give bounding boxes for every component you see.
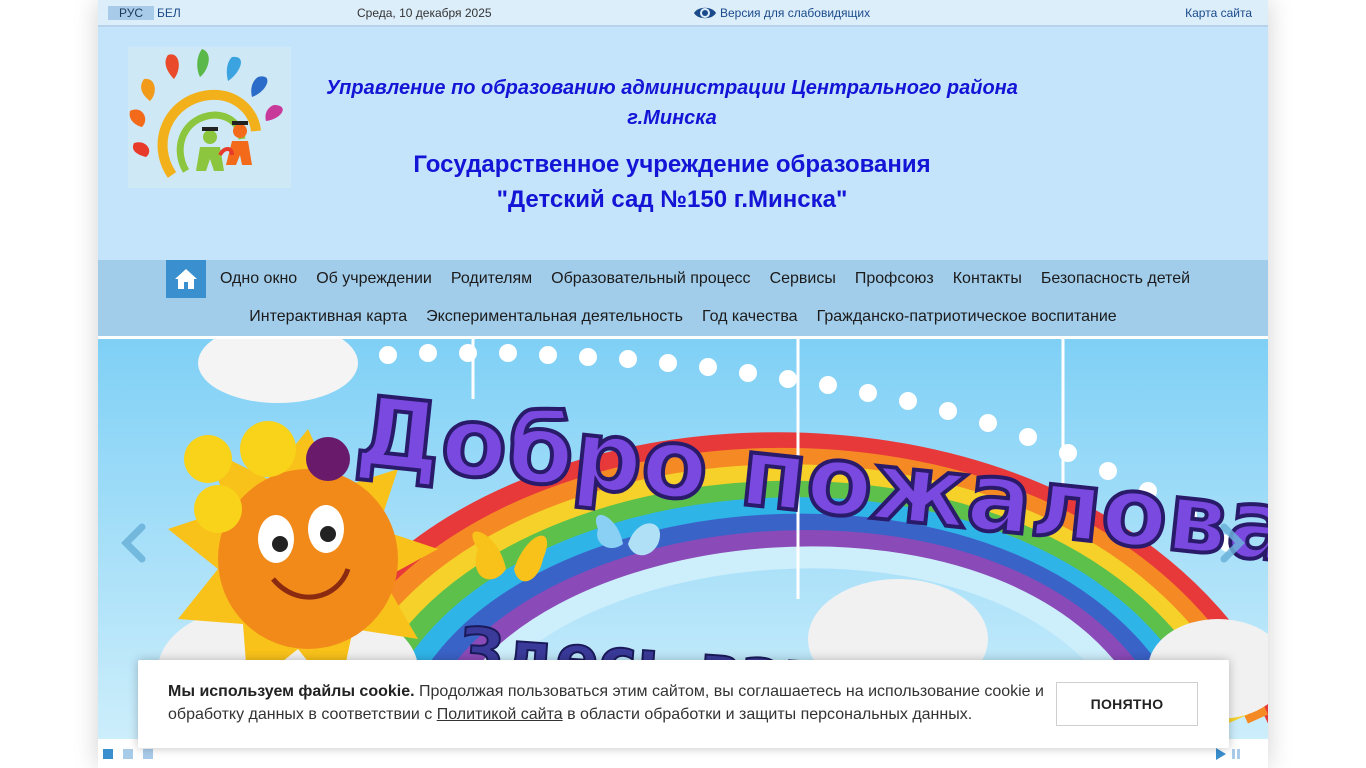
current-date: Среда, 10 декабря 2025 <box>357 6 492 20</box>
header-line2b: "Детский сад №150 г.Минска" <box>496 186 848 213</box>
slider-dot-1[interactable] <box>103 749 113 759</box>
lang-ru-button[interactable]: РУС <box>108 6 154 20</box>
header-organization-line: Управление по образованию администрации … <box>298 73 1046 133</box>
nav-row-1: Одно окно Об учреждении Родителям Образо… <box>98 260 1268 298</box>
chevron-right-icon[interactable] <box>1218 523 1248 563</box>
nav-item-about[interactable]: Об учреждении <box>307 260 442 298</box>
nav-item-services[interactable]: Сервисы <box>760 260 845 298</box>
sitemap-link[interactable]: Карта сайта <box>1185 6 1252 20</box>
nav-item-quality-year[interactable]: Год качества <box>692 298 807 336</box>
cookie-banner: Мы используем файлы cookie. Продолжая по… <box>138 660 1229 748</box>
nav-item-parents[interactable]: Родителям <box>441 260 541 298</box>
eye-icon <box>694 7 716 19</box>
nav-item-one-window[interactable]: Одно окно <box>210 260 306 298</box>
slider-dot-2[interactable] <box>123 749 133 759</box>
nav-item-interactive-map[interactable]: Интерактивная карта <box>240 298 417 336</box>
home-icon <box>175 269 198 289</box>
nav-item-education[interactable]: Образовательный процесс <box>542 260 760 298</box>
nav-item-contacts[interactable]: Контакты <box>943 260 1031 298</box>
site-header: Управление по образованию администрации … <box>98 27 1268 260</box>
header-line1: Управление по образованию администрации … <box>326 77 1018 99</box>
slider-pagination <box>103 749 163 759</box>
nav-item-experimental[interactable]: Экспериментальная деятельность <box>417 298 693 336</box>
play-icon[interactable] <box>1216 748 1226 760</box>
home-button[interactable] <box>166 260 207 298</box>
header-line2: Государственное учреждение образования <box>413 151 931 178</box>
slider-controls <box>1216 748 1240 760</box>
slider-dot-3[interactable] <box>143 749 153 759</box>
cookie-message: Мы используем файлы cookie. Продолжая по… <box>168 680 1048 726</box>
chevron-left-icon[interactable] <box>118 523 148 563</box>
site-logo[interactable] <box>128 47 291 188</box>
main-nav: Одно окно Об учреждении Родителям Образо… <box>98 260 1268 336</box>
nav-item-union[interactable]: Профсоюз <box>845 260 943 298</box>
privacy-policy-link[interactable]: Политикой сайта <box>437 706 563 723</box>
top-bar: РУС БЕЛ Среда, 10 декабря 2025 Версия дл… <box>98 0 1268 27</box>
cookie-accept-button[interactable]: ПОНЯТНО <box>1056 682 1198 726</box>
cookie-message-text2: в области обработки и защиты персональны… <box>562 706 973 723</box>
header-line1b: г.Минска <box>627 107 717 129</box>
nav-row-2: Интерактивная карта Экспериментальная де… <box>98 298 1268 336</box>
vision-version-label: Версия для слабовидящих <box>720 6 871 20</box>
pause-icon[interactable] <box>1232 749 1240 759</box>
lang-by-link[interactable]: БЕЛ <box>157 6 181 20</box>
cookie-message-bold: Мы используем файлы cookie. <box>168 683 415 700</box>
vision-version-link[interactable]: Версия для слабовидящих <box>693 3 870 23</box>
header-institution-title: Государственное учреждение образования "… <box>298 147 1046 217</box>
page: РУС БЕЛ Среда, 10 декабря 2025 Версия дл… <box>98 0 1268 768</box>
nav-item-child-safety[interactable]: Безопасность детей <box>1031 260 1199 298</box>
nav-item-patriotic[interactable]: Гражданско-патриотическое воспитание <box>807 298 1126 336</box>
